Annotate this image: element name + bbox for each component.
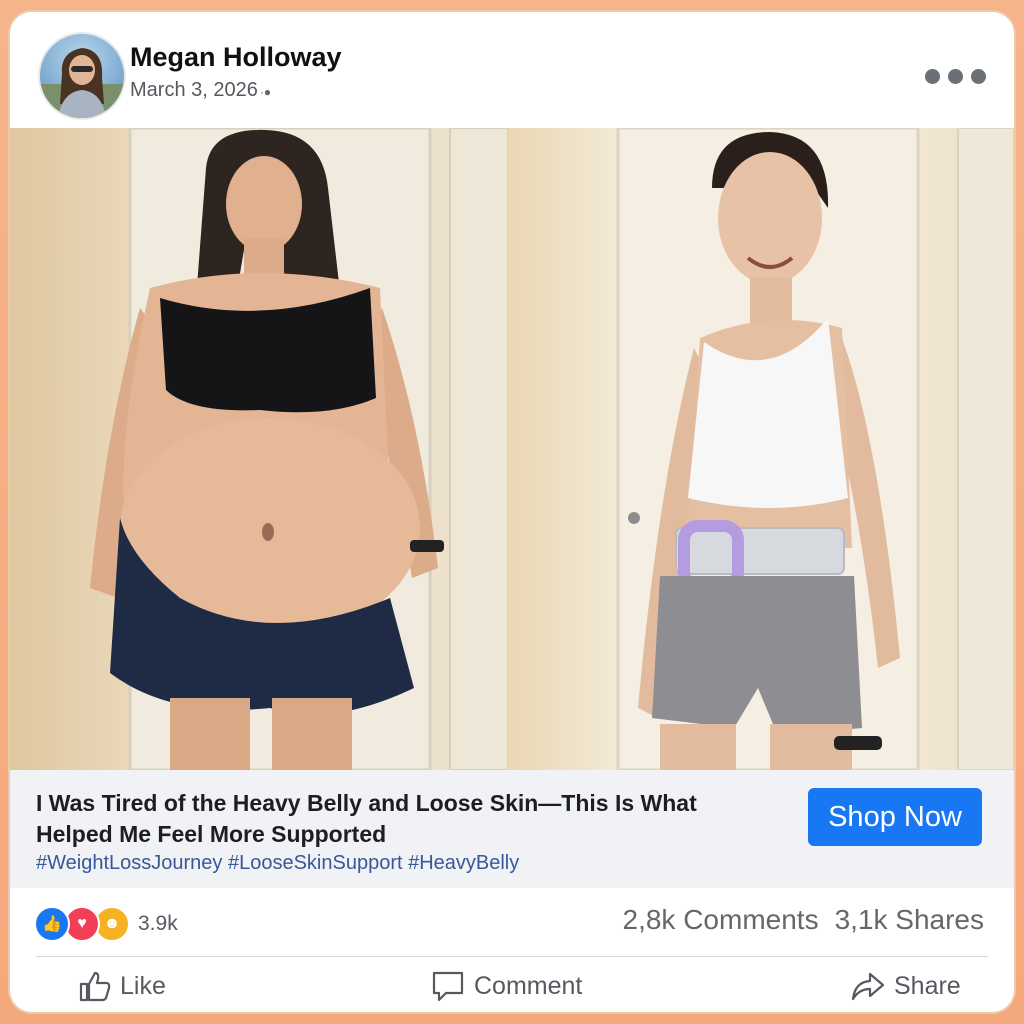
avatar-photo: [40, 48, 124, 118]
dot-icon: [924, 68, 940, 84]
share-arrow-icon: [851, 972, 885, 1001]
dot-icon: [970, 68, 986, 84]
like-icon: 👍: [34, 906, 70, 942]
after-photo: [508, 128, 1014, 770]
comment-button[interactable]: Comment: [430, 966, 582, 1006]
engagement-stats: 👍 ♥ ☻ 3.9k 2,8k Comments 3,1k Shares: [10, 888, 1014, 956]
divider: [36, 956, 988, 957]
post-timestamp[interactable]: March 3, 2026 ·●: [130, 79, 271, 102]
like-button[interactable]: Like: [78, 966, 166, 1006]
ad-caption: I Was Tired of the Heavy Belly and Loose…: [10, 770, 1014, 888]
shares-count[interactable]: 3,1k Shares: [835, 904, 984, 935]
more-options-button[interactable]: [920, 64, 990, 88]
author-name[interactable]: Megan Holloway: [130, 42, 342, 73]
before-photo: [10, 128, 508, 770]
comment-share-counts: 2,8k Comments 3,1k Shares: [623, 904, 985, 936]
dot-icon: [947, 68, 963, 84]
share-label: Share: [894, 971, 961, 1000]
ad-headline[interactable]: I Was Tired of the Heavy Belly and Loose…: [36, 788, 776, 850]
thumbs-up-icon: [79, 971, 111, 1002]
share-button[interactable]: Share: [850, 966, 961, 1006]
post-card: Megan Holloway March 3, 2026 ·● I Was Ti…: [10, 12, 1014, 1012]
post-header: Megan Holloway March 3, 2026 ·●: [10, 12, 1014, 128]
globe-icon: ·●: [259, 85, 272, 99]
speech-bubble-icon: [432, 971, 464, 1002]
hashtags[interactable]: #WeightLossJourney #LooseSkinSupport #He…: [36, 852, 519, 875]
action-bar: Like Comment Share: [10, 960, 1014, 1012]
avatar[interactable]: [38, 32, 126, 120]
like-label: Like: [120, 971, 166, 1000]
comment-label: Comment: [474, 971, 583, 1000]
post-image[interactable]: [10, 128, 1014, 770]
shop-now-button[interactable]: Shop Now: [808, 788, 982, 846]
comments-count[interactable]: 2,8k Comments: [623, 904, 819, 935]
post-date: March 3, 2026: [130, 79, 258, 101]
reactions-count: 3.9k: [138, 912, 178, 935]
reactions-summary[interactable]: 👍 ♥ ☻ 3.9k: [34, 906, 178, 942]
